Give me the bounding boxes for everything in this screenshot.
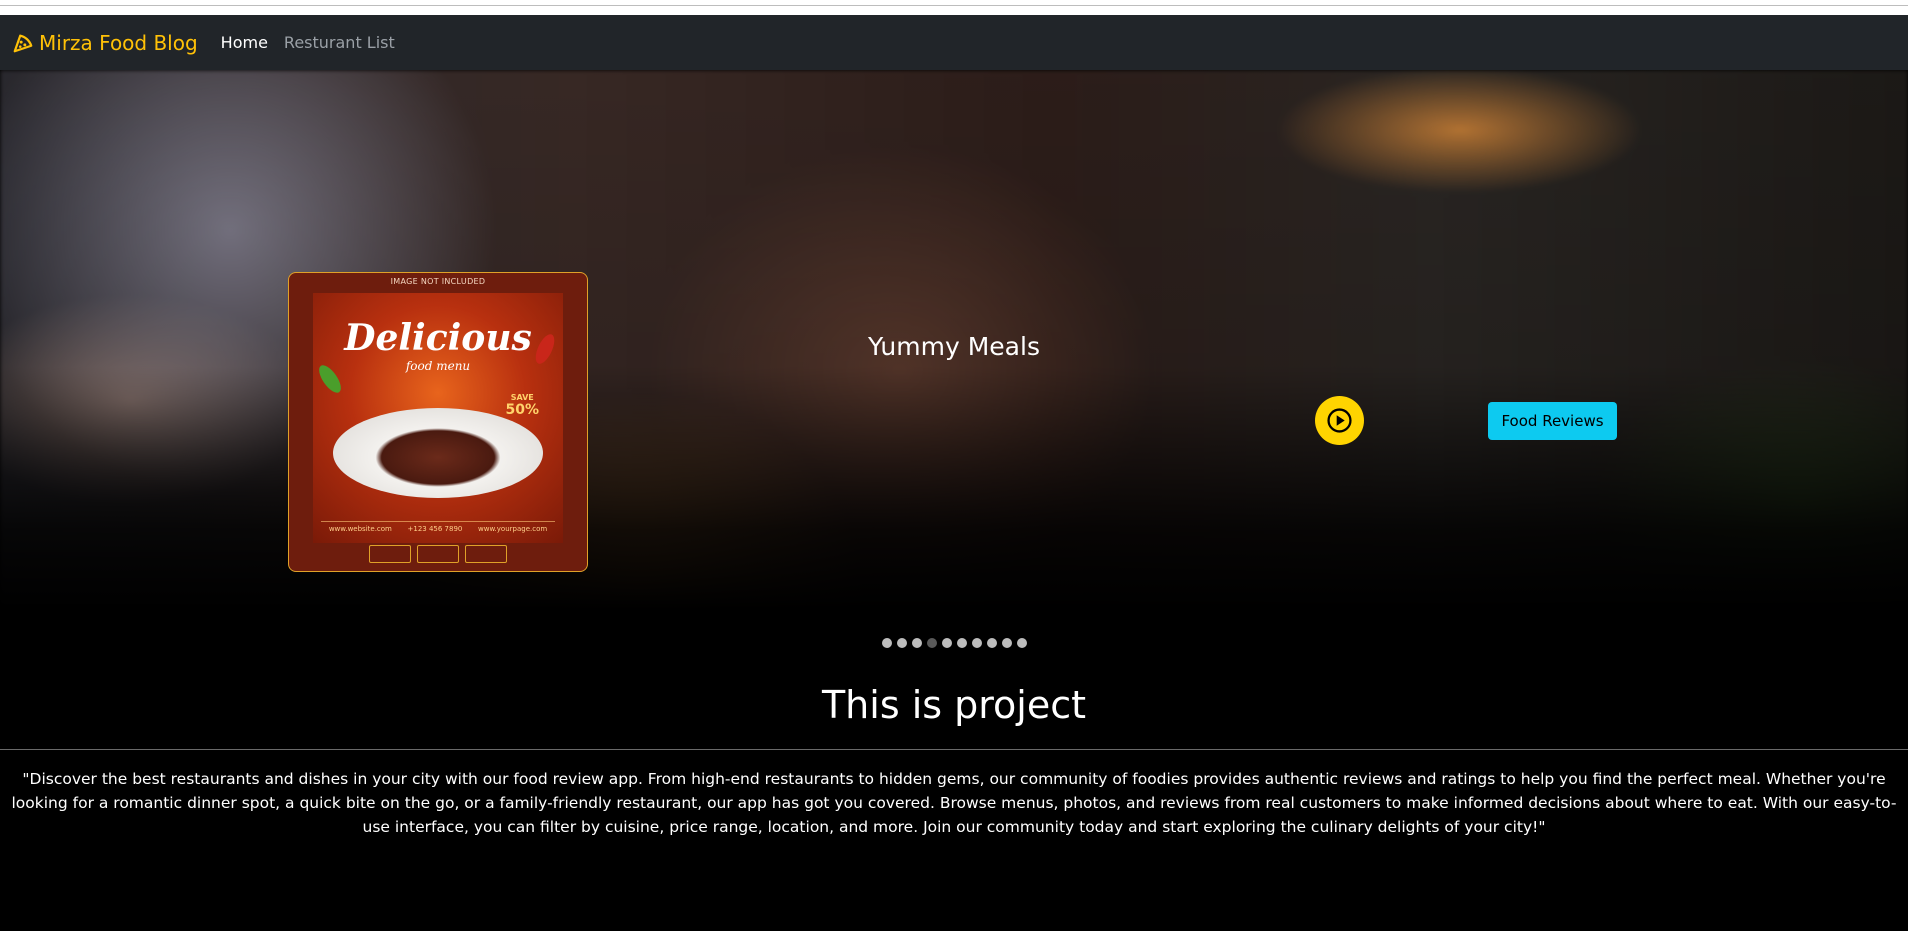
carousel-indicators <box>0 638 1908 648</box>
carousel-indicator-dot[interactable] <box>956 638 967 648</box>
navbar: Mirza Food Blog Home Resturant List <box>0 15 1908 70</box>
food-reviews-button[interactable]: Food Reviews <box>1488 402 1617 440</box>
divider <box>0 749 1908 750</box>
poster-note: IMAGE NOT INCLUDED <box>390 277 486 286</box>
carousel-indicator-dot[interactable] <box>986 638 997 648</box>
carousel-indicator-dot[interactable] <box>881 638 892 648</box>
carousel-indicator-dot[interactable] <box>926 638 937 648</box>
project-title: This is project <box>821 683 1087 727</box>
poster-subtitle: food menu <box>405 359 471 373</box>
play-button[interactable] <box>1315 396 1364 445</box>
page: Mirza Food Blog Home Resturant List IMAG… <box>0 0 1908 931</box>
carousel-indicator-dot[interactable] <box>911 638 922 648</box>
pizza-slice-icon <box>12 32 34 54</box>
carousel-indicator-dot[interactable] <box>1016 638 1027 648</box>
poster-save-badge: SAVE 50% <box>505 393 539 418</box>
brand-name: Mirza Food Blog <box>39 30 198 55</box>
poster-badges <box>289 545 587 563</box>
browser-top-strip <box>0 0 1908 16</box>
carousel-indicator-dot[interactable] <box>971 638 982 648</box>
steak-plate-image <box>333 408 543 498</box>
nav-link-home[interactable]: Home <box>221 33 268 52</box>
carousel-caption: Yummy Meals <box>868 332 1040 361</box>
carousel-indicator-dot[interactable] <box>896 638 907 648</box>
play-circle-icon <box>1327 408 1352 433</box>
project-description: "Discover the best restaurants and dishe… <box>11 770 1897 836</box>
food-menu-poster: IMAGE NOT INCLUDED Delicious food menu S… <box>288 272 588 572</box>
nav-link-resturant-list[interactable]: Resturant List <box>284 33 395 52</box>
brand-link[interactable]: Mirza Food Blog <box>12 31 198 55</box>
carousel-indicator-dot[interactable] <box>1001 638 1012 648</box>
carousel-indicator-dot[interactable] <box>941 638 952 648</box>
poster-footer: www.website.com +123 456 7890 www.yourpa… <box>321 521 555 536</box>
